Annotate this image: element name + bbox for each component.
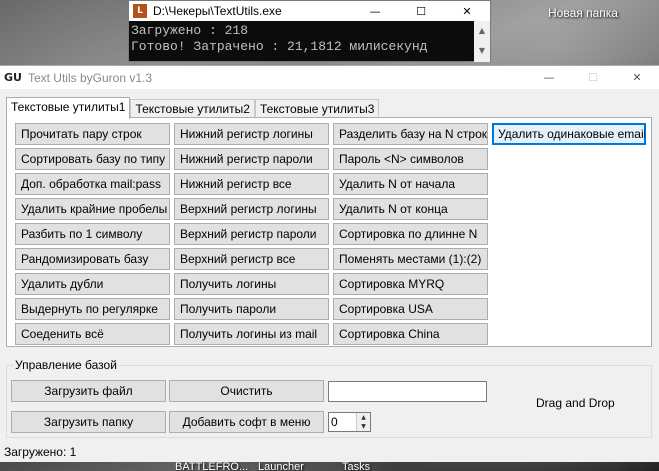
console-line: Готово! Затрачено : 21,1812 милисекунд (131, 39, 428, 54)
minimize-icon[interactable]: — (527, 66, 571, 89)
remove-n-from-end-button[interactable]: Удалить N от конца (333, 198, 488, 220)
remove-duplicates-button[interactable]: Удалить дубли (15, 273, 170, 295)
lowercase-logins-button[interactable]: Нижний регистр логины (174, 123, 329, 145)
close-icon[interactable]: ✕ (615, 66, 659, 89)
uppercase-all-button[interactable]: Верхний регистр все (174, 248, 329, 270)
desktop-folder-label[interactable]: Новая папка (548, 6, 618, 20)
read-lines-button[interactable]: Прочитать пару строк (15, 123, 170, 145)
tab-text-utils-3[interactable]: Текстовые утилиты3 (254, 99, 380, 118)
get-logins-button[interactable]: Получить логины (174, 273, 329, 295)
group-legend: Управление базой (13, 358, 119, 372)
load-file-button[interactable]: Загрузить файл (11, 380, 166, 402)
uppercase-passwords-button[interactable]: Верхний регистр пароли (174, 223, 329, 245)
tab-text-utils-2[interactable]: Текстовые утилиты2 (130, 99, 255, 118)
scroll-down-icon[interactable]: ▼ (474, 41, 490, 61)
taskbar-item[interactable]: Tasks (342, 461, 370, 471)
console-scrollbar[interactable]: ▲ ▼ (474, 21, 490, 62)
app-logo: GU (4, 71, 22, 84)
number-stepper[interactable]: 0 ▲ ▼ (328, 412, 371, 432)
console-line: Загружено : 218 (131, 23, 249, 38)
status-text: Загружено: 1 (4, 445, 77, 459)
base-management-group: Управление базой Загрузить файл Очистить… (6, 358, 652, 438)
maximize-icon[interactable]: ☐ (398, 1, 444, 21)
sort-myrq-button[interactable]: Сортировка MYRQ (333, 273, 488, 295)
stepper-value: 0 (331, 415, 338, 429)
randomize-button[interactable]: Рандомизировать базу (15, 248, 170, 270)
minimize-icon[interactable]: — (352, 1, 398, 21)
app-window: GU Text Utils byGuron v1.3 — ☐ ✕ Текстов… (0, 65, 659, 462)
remove-duplicate-emails-button[interactable]: Удалить одинаковые email (492, 123, 646, 145)
stepper-up-icon[interactable]: ▲ (357, 413, 370, 422)
text-field[interactable] (328, 381, 487, 402)
sort-usa-button[interactable]: Сортировка USA (333, 298, 488, 320)
taskbar-item[interactable]: BATTLEFRO... (175, 461, 248, 471)
get-logins-from-mail-button[interactable]: Получить логины из mail (174, 323, 329, 345)
join-all-button[interactable]: Соеденить всё (15, 323, 170, 345)
uppercase-logins-button[interactable]: Верхний регистр логины (174, 198, 329, 220)
clear-button[interactable]: Очистить (169, 380, 324, 402)
stepper-down-icon[interactable]: ▼ (357, 422, 370, 431)
lowercase-all-button[interactable]: Нижний регистр все (174, 173, 329, 195)
maximize-icon: ☐ (588, 71, 598, 84)
tab-panel: Прочитать пару строк Сортировать базу по… (6, 117, 652, 347)
lowercase-passwords-button[interactable]: Нижний регистр пароли (174, 148, 329, 170)
sort-china-button[interactable]: Сортировка China (333, 323, 488, 345)
tab-strip: Текстовые утилиты1 Текстовые утилиты2 Те… (6, 97, 380, 119)
load-folder-button[interactable]: Загрузить папку (11, 411, 166, 433)
remove-n-from-start-button[interactable]: Удалить N от начала (333, 173, 488, 195)
trim-spaces-button[interactable]: Удалить крайние пробелы (15, 198, 170, 220)
taskbar-item[interactable]: Launcher (258, 461, 304, 471)
sort-by-length-button[interactable]: Сортировка по длинне N (333, 223, 488, 245)
app-title: Text Utils byGuron v1.3 (27, 70, 153, 85)
mailpass-process-button[interactable]: Доп. обработка mail:pass (15, 173, 170, 195)
console-output: Загружено : 218 Готово! Затрачено : 21,1… (129, 21, 490, 55)
split-into-n-lines-button[interactable]: Разделить базу на N строк (333, 123, 488, 145)
console-title: D:\Чекеры\TextUtils.exe (153, 4, 282, 18)
app-titlebar[interactable]: GU Text Utils byGuron v1.3 — ☐ ✕ (0, 66, 659, 89)
console-app-icon: L (133, 4, 147, 18)
add-to-menu-button[interactable]: Добавить софт в меню (169, 411, 324, 433)
password-n-chars-button[interactable]: Пароль <N> символов (333, 148, 488, 170)
drag-drop-area[interactable]: Drag and Drop (536, 396, 615, 410)
console-titlebar[interactable]: L D:\Чекеры\TextUtils.exe — ☐ ✕ (129, 1, 490, 21)
split-by-char-button[interactable]: Разбить по 1 символу (15, 223, 170, 245)
regex-extract-button[interactable]: Выдернуть по регулярке (15, 298, 170, 320)
swap-fields-button[interactable]: Поменять местами (1):(2) (333, 248, 488, 270)
close-icon[interactable]: ✕ (444, 1, 490, 21)
sort-by-type-button[interactable]: Сортировать базу по типу (15, 148, 170, 170)
tab-text-utils-1[interactable]: Текстовые утилиты1 (6, 97, 131, 119)
get-passwords-button[interactable]: Получить пароли (174, 298, 329, 320)
scroll-up-icon[interactable]: ▲ (474, 21, 490, 41)
console-window: L D:\Чекеры\TextUtils.exe — ☐ ✕ Загружен… (128, 0, 491, 62)
